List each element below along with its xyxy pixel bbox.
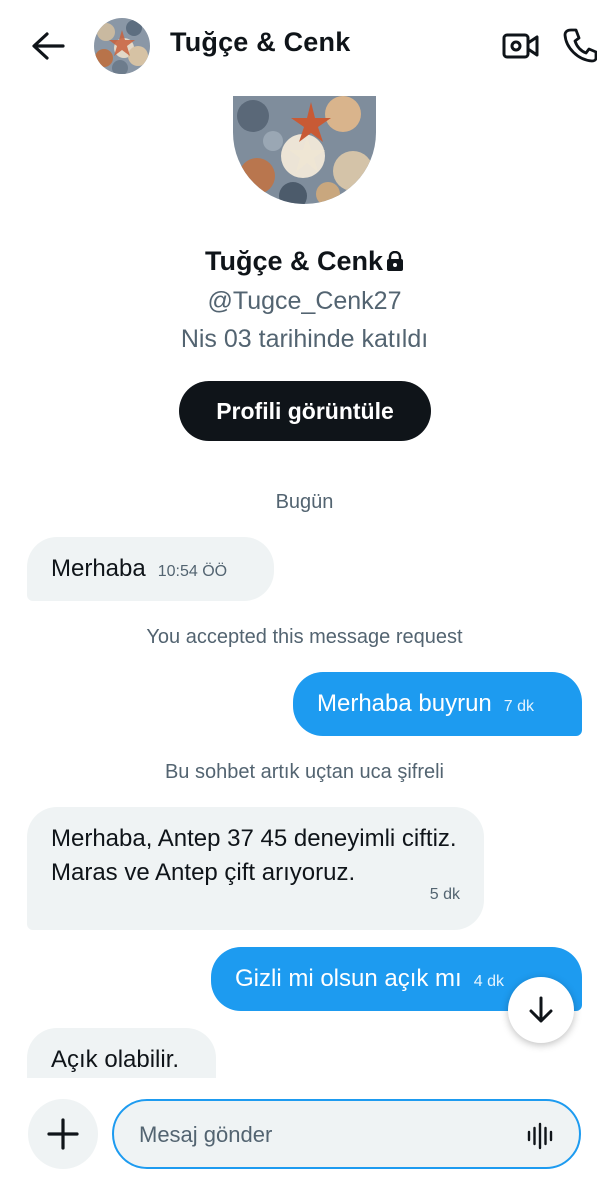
request-accepted-notice: You accepted this message request — [146, 626, 463, 648]
message-text: Merhaba buyrun — [317, 690, 492, 717]
message-text: Açık olabilir. — [51, 1046, 180, 1073]
message-time: 10:54 ÖÖ — [157, 563, 228, 580]
lock-icon — [386, 247, 404, 278]
chat-header: Tuğçe & Cenk — [0, 0, 609, 92]
profile-joined-date: Nis 03 tarihinde katıldı — [180, 325, 429, 353]
encryption-notice: Bu sohbet artık uçtan uca şifreli — [164, 761, 445, 783]
message-composer — [0, 1078, 609, 1200]
message-time: 7 dk — [503, 698, 535, 715]
voice-waveform-icon — [527, 1122, 553, 1150]
message-incoming[interactable]: Merhaba, Antep 37 45 deneyimli ciftiz. M… — [27, 807, 484, 930]
header-avatar[interactable] — [94, 18, 150, 74]
voice-call-button[interactable] — [560, 24, 600, 66]
video-camera-icon — [502, 33, 539, 59]
voice-message-button[interactable] — [525, 1121, 555, 1151]
message-outgoing[interactable]: Merhaba buyrun 7 dk — [293, 672, 582, 736]
header-title[interactable]: Tuğçe & Cenk — [170, 27, 350, 58]
message-text: Gizli mi olsun açık mı — [235, 965, 462, 992]
video-call-button[interactable] — [500, 26, 542, 66]
arrow-left-icon — [32, 32, 65, 60]
plus-icon — [47, 1118, 79, 1150]
profile-avatar[interactable] — [233, 96, 376, 204]
message-text: Merhaba — [51, 555, 146, 582]
message-input[interactable] — [139, 1118, 499, 1152]
profile-name-text: Tuğçe & Cenk — [204, 246, 384, 276]
profile-handle: @Tugce_Cenk27 — [207, 287, 402, 315]
profile-name: Tuğçe & Cenk — [0, 246, 609, 278]
date-divider: Bugün — [275, 491, 334, 513]
phone-icon — [563, 28, 597, 63]
back-button[interactable] — [28, 26, 68, 66]
message-incoming[interactable]: Açık olabilir. — [27, 1028, 216, 1078]
message-time: 5 dk — [429, 886, 460, 903]
scroll-to-bottom-button[interactable] — [508, 977, 574, 1043]
message-incoming[interactable]: Merhaba 10:54 ÖÖ — [27, 537, 274, 601]
view-profile-button[interactable]: Profili görüntüle — [179, 381, 431, 441]
message-input-container — [112, 1099, 581, 1169]
message-text: Merhaba, Antep 37 45 deneyimli ciftiz. M… — [51, 825, 457, 886]
arrow-down-icon — [529, 996, 553, 1023]
add-attachment-button[interactable] — [28, 1099, 98, 1169]
message-time: 4 dk — [473, 973, 504, 990]
